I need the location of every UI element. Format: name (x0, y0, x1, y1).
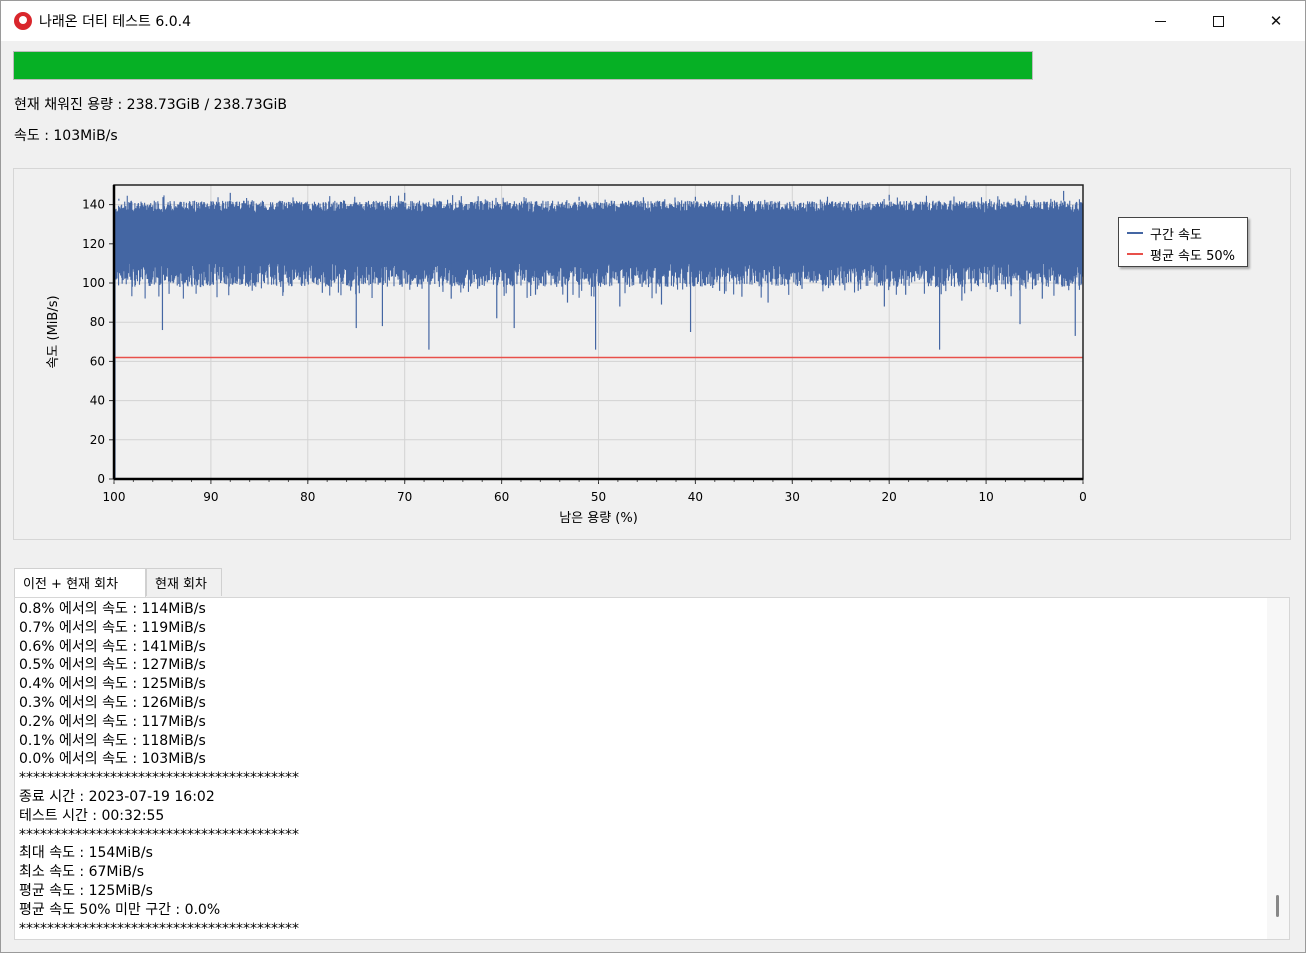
segment-speed-core (116, 212, 1082, 264)
y-tick-label: 0 (97, 472, 105, 486)
legend-item-average-speed: 평균 속도 50% (1119, 243, 1249, 264)
y-axis-title: 속도 (MiB/s) (46, 295, 61, 368)
y-tick-label: 60 (90, 354, 105, 368)
log-line: 평균 속도 : 125MiB/s (19, 882, 153, 899)
log-line: 평균 속도 50% 미만 구간 : 0.0% (19, 901, 221, 918)
legend-item-segment-speed: 구간 속도 (1119, 222, 1249, 243)
x-tick-label: 10 (978, 490, 993, 504)
x-tick-label: 20 (882, 490, 897, 504)
legend-label: 구간 속도 (1150, 228, 1202, 243)
legend-label: 평균 속도 50% (1150, 249, 1235, 264)
log-line: 0.2% 에서의 속도 : 117MiB/s (19, 713, 206, 730)
y-tick-label: 140 (82, 198, 105, 212)
log-line: 0.6% 에서의 속도 : 141MiB/s (19, 638, 206, 655)
x-tick-label: 70 (397, 490, 412, 504)
log-line: 0.7% 에서의 속도 : 119MiB/s (19, 619, 206, 636)
log-scrollbar[interactable] (1267, 598, 1289, 939)
log-line: **************************************** (19, 770, 299, 787)
log-line: 테스트 시간 : 00:32:55 (19, 807, 165, 824)
x-tick-label: 30 (785, 490, 800, 504)
log-line: 0.8% 에서의 속도 : 114MiB/s (19, 601, 206, 617)
log-line: 최대 속도 : 154MiB/s (19, 845, 153, 862)
x-tick-label: 60 (494, 490, 509, 504)
log-line: 종료 시간 : 2023-07-19 16:02 (19, 788, 215, 805)
log-line: **************************************** (19, 920, 299, 937)
x-tick-label: 80 (300, 490, 315, 504)
y-tick-label: 80 (90, 315, 105, 329)
y-tick-label: 100 (82, 276, 105, 290)
x-axis-title: 남은 용량 (%) (559, 511, 638, 526)
log-line: 0.5% 에서의 속도 : 127MiB/s (19, 657, 206, 674)
legend-swatch (1127, 253, 1143, 255)
x-tick-label: 50 (591, 490, 606, 504)
tab-current-round[interactable]: 현재 회차 (146, 568, 222, 596)
y-tick-label: 40 (90, 394, 105, 408)
log-output[interactable]: 0.8% 에서의 속도 : 114MiB/s 0.7% 에서의 속도 : 119M… (14, 597, 1290, 940)
speed-chart: 100 90 80 70 60 50 40 30 20 10 0020406080100120140… (46, 184, 1087, 526)
log-lines: 0.8% 에서의 속도 : 114MiB/s 0.7% 에서의 속도 : 119M… (15, 598, 1289, 938)
tab-all-rounds[interactable]: 이전 + 현재 회차 (14, 568, 146, 598)
log-line: 0.0% 에서의 속도 : 103MiB/s (19, 751, 206, 768)
app-window: 나래온 더티 테스트 6.0.4 ✕ 현재 채워진 용량 : 238.73GiB… (0, 0, 1306, 953)
log-line: 0.4% 에서의 속도 : 125MiB/s (19, 676, 206, 693)
y-tick-label: 20 (90, 433, 105, 447)
log-line: 0.3% 에서의 속도 : 126MiB/s (19, 694, 206, 711)
chart-legend: 구간 속도 평균 속도 50% (1118, 217, 1248, 267)
legend-swatch (1127, 232, 1143, 234)
y-tick-label: 120 (82, 237, 105, 251)
log-line: **************************************** (19, 826, 299, 843)
x-tick-label: 100 (103, 490, 126, 504)
log-line: 최소 속도 : 67MiB/s (19, 864, 144, 881)
log-line: 0.1% 에서의 속도 : 118MiB/s (19, 732, 206, 749)
x-tick-label: 0 (1079, 490, 1087, 504)
log-scroll-thumb[interactable] (1276, 895, 1279, 917)
x-tick-label: 90 (203, 490, 218, 504)
x-tick-label: 40 (688, 490, 703, 504)
